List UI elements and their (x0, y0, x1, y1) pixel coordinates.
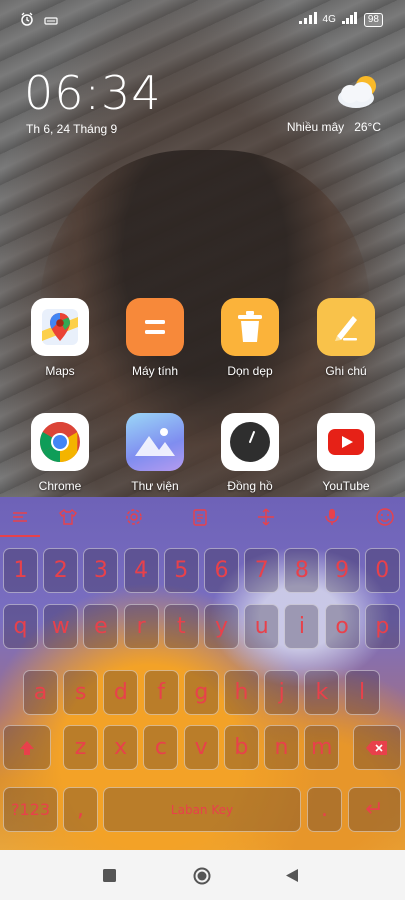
key-9[interactable]: 9 (324, 548, 360, 593)
keyboard-toolbar (0, 497, 405, 537)
app-label-clock: Đồng hồ (227, 479, 273, 493)
app-calculator[interactable]: Máy tính (115, 298, 195, 378)
key-a[interactable]: a (23, 670, 58, 715)
key-o[interactable]: o (324, 604, 360, 649)
key-m[interactable]: m (304, 725, 340, 770)
status-bar: 4G 98 (0, 0, 405, 40)
key-7[interactable]: 7 (244, 548, 280, 593)
key-k[interactable]: k (304, 670, 340, 715)
key-v[interactable]: v (183, 725, 219, 770)
backspace-icon (366, 740, 387, 755)
calculator-icon (126, 298, 184, 356)
youtube-icon (317, 413, 375, 471)
microphone-icon[interactable] (322, 507, 342, 527)
laban-keyboard: 1 2 3 4 5 6 7 8 9 0 q w e r t y u i o p a s d f g h j k l z x c v b n m ?123… (0, 497, 405, 850)
enter-key[interactable]: ↵ (348, 787, 401, 832)
clock-date[interactable]: Th 6, 24 Tháng 9 (26, 122, 117, 136)
key-u[interactable]: u (244, 604, 280, 649)
key-h[interactable]: h (224, 670, 259, 715)
key-r[interactable]: r (123, 604, 159, 649)
battery-indicator: 98 (363, 12, 383, 27)
key-z[interactable]: z (63, 725, 98, 770)
key-t[interactable]: t (163, 604, 199, 649)
trash-icon (221, 298, 279, 356)
cursor-move-icon[interactable] (256, 507, 276, 527)
key-n[interactable]: n (264, 725, 299, 770)
weather-condition: Nhiều mây (286, 120, 345, 134)
key-d[interactable]: d (103, 670, 139, 715)
navigation-bar (0, 850, 405, 900)
back-button[interactable] (285, 868, 299, 888)
weather-info[interactable]: Nhiều mây 26°C (287, 120, 381, 134)
app-label-gallery: Thư viện (131, 479, 179, 493)
key-1[interactable]: 1 (3, 548, 38, 593)
home-button[interactable] (193, 867, 211, 890)
settings-gear-icon[interactable] (124, 507, 144, 527)
key-y[interactable]: y (204, 604, 239, 649)
app-label-chrome: Chrome (38, 479, 82, 493)
app-label-notes: Ghi chú (325, 364, 367, 378)
key-5[interactable]: 5 (163, 548, 199, 593)
key-3[interactable]: 3 (83, 548, 119, 593)
shift-icon (20, 740, 34, 755)
app-youtube[interactable]: YouTube (306, 413, 386, 493)
signal-icon-2 (341, 12, 358, 27)
clock-time[interactable]: 06:34 (24, 66, 162, 120)
notes-icon (317, 298, 375, 356)
app-maps[interactable]: Maps (20, 298, 100, 378)
app-label-maps: Maps (45, 364, 75, 378)
clipboard-icon[interactable] (190, 507, 210, 527)
theme-shirt-icon[interactable] (58, 507, 78, 527)
key-q[interactable]: q (3, 604, 38, 649)
keyboard-menu-icon[interactable] (10, 507, 30, 527)
app-clock[interactable]: Đồng hồ (210, 413, 290, 493)
gallery-icon (126, 413, 184, 471)
key-p[interactable]: p (364, 604, 400, 649)
app-label-youtube: YouTube (322, 479, 370, 493)
toolbar-active-indicator (0, 535, 40, 537)
key-0[interactable]: 0 (364, 548, 400, 593)
app-notification-icon (44, 13, 58, 31)
weather-cloudy-icon[interactable] (334, 72, 382, 112)
key-g[interactable]: g (183, 670, 219, 715)
symbols-key[interactable]: ?123 (3, 787, 58, 832)
key-8[interactable]: 8 (284, 548, 320, 593)
shift-key[interactable] (3, 725, 51, 770)
clock-icon (221, 413, 279, 471)
app-label-cleaner: Dọn dẹp (227, 364, 273, 378)
period-key[interactable]: . (307, 787, 342, 832)
comma-key[interactable]: , (63, 787, 98, 832)
backspace-key[interactable] (353, 725, 401, 770)
weather-temperature: 26°C (354, 120, 381, 134)
key-4[interactable]: 4 (123, 548, 159, 593)
app-notes[interactable]: Ghi chú (306, 298, 386, 378)
key-w[interactable]: w (43, 604, 79, 649)
app-cleaner[interactable]: Dọn dẹp (210, 298, 290, 378)
key-j[interactable]: j (264, 670, 300, 715)
key-s[interactable]: s (63, 670, 99, 715)
key-i[interactable]: i (284, 604, 320, 649)
emoji-icon[interactable] (375, 507, 395, 527)
app-label-calculator: Máy tính (131, 364, 179, 378)
signal-icon (298, 12, 317, 27)
key-6[interactable]: 6 (204, 548, 239, 593)
key-e[interactable]: e (83, 604, 119, 649)
key-x[interactable]: x (103, 725, 139, 770)
key-f[interactable]: f (143, 670, 179, 715)
alarm-icon (20, 12, 34, 31)
key-c[interactable]: c (143, 725, 179, 770)
key-2[interactable]: 2 (43, 548, 79, 593)
app-chrome[interactable]: Chrome (20, 413, 100, 493)
recent-apps-button[interactable] (103, 869, 116, 887)
chrome-icon (31, 413, 89, 471)
key-b[interactable]: b (223, 725, 259, 770)
maps-icon (31, 298, 89, 356)
network-type-label: 4G (322, 14, 336, 25)
space-key[interactable]: Laban Key (103, 787, 301, 832)
app-gallery[interactable]: Thư viện (115, 413, 195, 493)
key-l[interactable]: l (344, 670, 380, 715)
